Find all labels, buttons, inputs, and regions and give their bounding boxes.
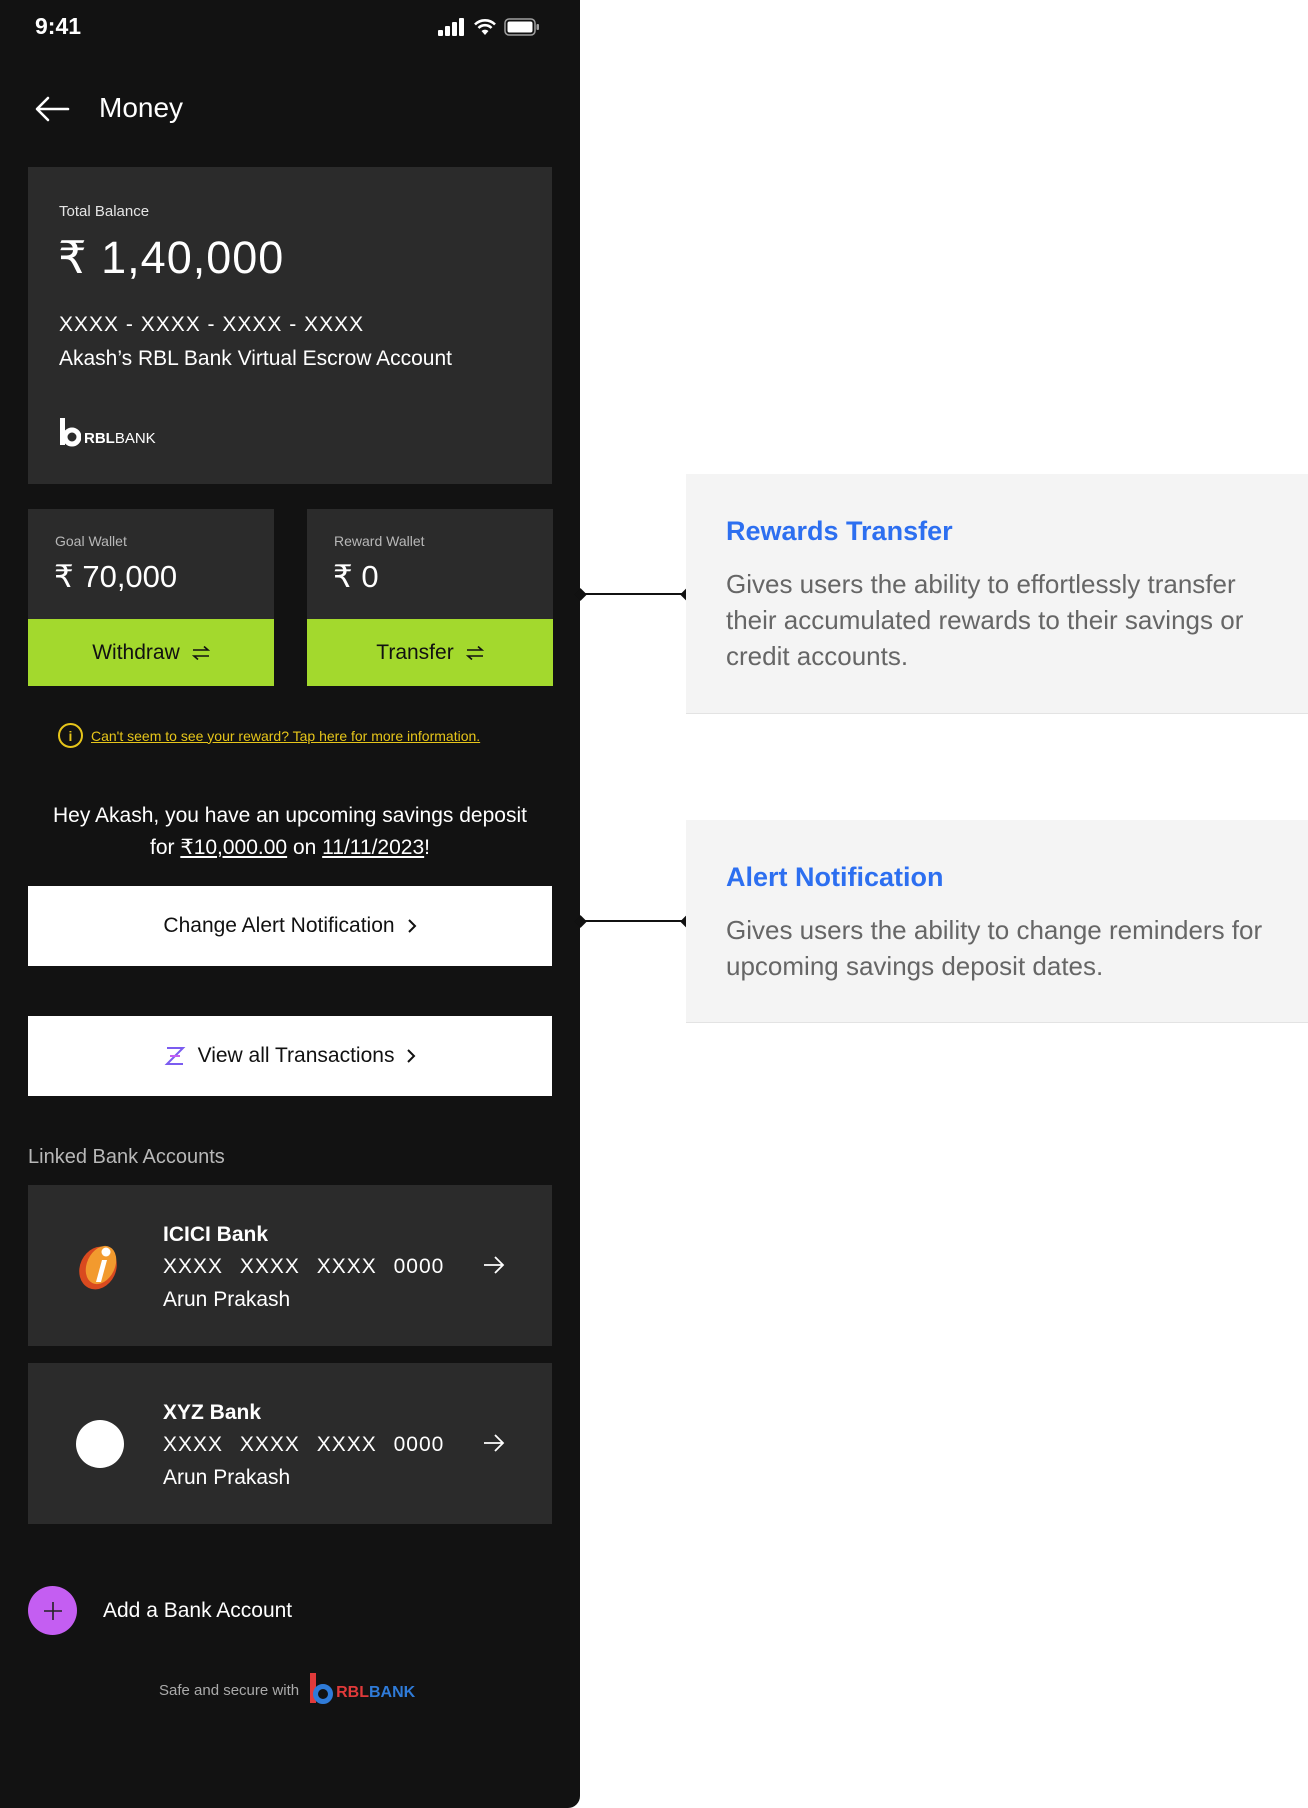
- transfer-button[interactable]: Transfer: [307, 619, 553, 686]
- reward-wallet-label: Reward Wallet: [334, 533, 425, 549]
- bank-account-number: XXXX XXXX XXXX 0000: [163, 1433, 445, 1456]
- change-alert-label: Change Alert Notification: [163, 914, 395, 937]
- transactions-icon: [164, 1047, 185, 1065]
- bank-account-number: XXXX XXXX XXXX 0000: [163, 1255, 445, 1278]
- annotation-description: Gives users the ability to effortlessly …: [726, 569, 1244, 671]
- reward-wallet-body: Reward Wallet ₹ 0: [307, 509, 553, 619]
- rbl-logo-text: RBLBANK: [336, 1684, 416, 1701]
- add-bank-account-button[interactable]: Add a Bank Account: [28, 1586, 292, 1635]
- secure-footer: Safe and secure with RBLBANK: [159, 1673, 415, 1705]
- upcoming-line-1: Hey Akash, you have an upcoming savings …: [53, 804, 527, 827]
- battery-icon: [504, 18, 539, 36]
- linked-bank-card[interactable]: XYZ Bank XXXX XXXX XXXX 0000 Arun Prakas…: [28, 1363, 552, 1524]
- upcoming-deposit-message: Hey Akash, you have an upcoming savings …: [28, 800, 552, 864]
- reward-wallet: Reward Wallet ₹ 0 Transfer: [307, 509, 553, 686]
- rewards-connector-line: [580, 593, 686, 595]
- info-icon: i: [58, 723, 83, 748]
- withdraw-button-label: Withdraw: [92, 640, 180, 664]
- reward-info-link[interactable]: Can't seem to see your reward? Tap here …: [91, 728, 480, 744]
- withdraw-button[interactable]: Withdraw: [28, 619, 274, 686]
- goal-wallet-body: Goal Wallet ₹ 70,000: [28, 509, 274, 619]
- phone-screen: 9:41 Money Total Balance ₹ 1,40,000 XXXX…: [0, 0, 580, 1808]
- reward-wallet-amount: ₹ 0: [333, 559, 379, 594]
- annotation-title: Rewards Transfer: [726, 516, 953, 546]
- status-time: 9:41: [35, 13, 82, 39]
- bank-account-holder: Arun Prakash: [163, 1288, 291, 1311]
- bank-account-holder: Arun Prakash: [163, 1466, 291, 1489]
- view-all-transactions-button[interactable]: View all Transactions: [28, 1016, 552, 1096]
- total-balance-label: Total Balance: [59, 203, 150, 220]
- rbl-bank-logo: RBLBANK: [59, 417, 156, 447]
- view-all-transactions-label: View all Transactions: [197, 1044, 395, 1067]
- chevron-right-icon: [407, 919, 416, 933]
- linked-bank-accounts-heading: Linked Bank Accounts: [28, 1146, 225, 1168]
- secure-text: Safe and secure with: [159, 1682, 300, 1699]
- icici-logo-icon: [79, 1245, 117, 1290]
- annotation-description: Gives users the ability to change remind…: [726, 915, 1263, 981]
- header: Money: [0, 82, 580, 138]
- account-number: XXXX - XXXX - XXXX - XXXX: [59, 313, 365, 336]
- chevron-right-icon: [407, 1049, 416, 1063]
- rbl-b-mark-icon: [60, 418, 81, 447]
- transfer-button-label: Transfer: [376, 640, 454, 664]
- total-balance-amount: ₹ 1,40,000: [58, 232, 285, 283]
- swap-arrows-icon: [191, 645, 210, 660]
- deposit-amount: ₹10,000.00: [180, 836, 288, 859]
- rbl-logo-text: RBLBANK: [84, 430, 156, 447]
- account-name: Akash’s RBL Bank Virtual Escrow Account: [59, 347, 452, 370]
- page-title: Money: [99, 92, 184, 123]
- annotation-title: Alert Notification: [726, 862, 944, 892]
- arrow-right-icon[interactable]: [481, 1253, 507, 1277]
- alert-connector-line: [580, 920, 686, 922]
- rbl-bank-logo-color: RBLBANK: [309, 1673, 415, 1705]
- goal-wallet: Goal Wallet ₹ 70,000 Withdraw: [28, 509, 274, 686]
- deposit-date: 11/11/2023: [322, 836, 425, 859]
- wifi-icon: [474, 19, 496, 35]
- signal-icon: [438, 18, 464, 36]
- goal-wallet-amount: ₹ 70,000: [54, 559, 178, 594]
- back-arrow-icon[interactable]: [34, 94, 70, 124]
- linked-bank-card[interactable]: ICICI Bank XXXX XXXX XXXX 0000 Arun Prak…: [28, 1185, 552, 1346]
- add-bank-account-label: Add a Bank Account: [103, 1598, 293, 1622]
- rbl-b-mark-icon: [310, 1673, 334, 1704]
- bank-placeholder-logo-icon: [76, 1420, 124, 1468]
- status-icons: [438, 18, 540, 36]
- plus-icon: [28, 1586, 77, 1635]
- upcoming-line-2: for ₹10,000.00 on 11/11/2023!: [149, 836, 430, 859]
- bank-name: ICICI Bank: [163, 1223, 269, 1246]
- status-bar: 9:41: [0, 0, 580, 56]
- bank-name: XYZ Bank: [163, 1401, 262, 1424]
- goal-wallet-label: Goal Wallet: [55, 533, 127, 549]
- change-alert-notification-button[interactable]: Change Alert Notification: [28, 886, 552, 966]
- swap-arrows-icon: [465, 645, 484, 660]
- alert-notification-annotation: Alert Notification Gives users the abili…: [686, 820, 1308, 1023]
- reward-info-row[interactable]: i Can't seem to see your reward? Tap her…: [58, 723, 480, 748]
- balance-card: Total Balance ₹ 1,40,000 XXXX - XXXX - X…: [28, 167, 552, 484]
- arrow-right-icon[interactable]: [481, 1431, 507, 1455]
- rewards-transfer-annotation: Rewards Transfer Gives users the ability…: [686, 474, 1308, 714]
